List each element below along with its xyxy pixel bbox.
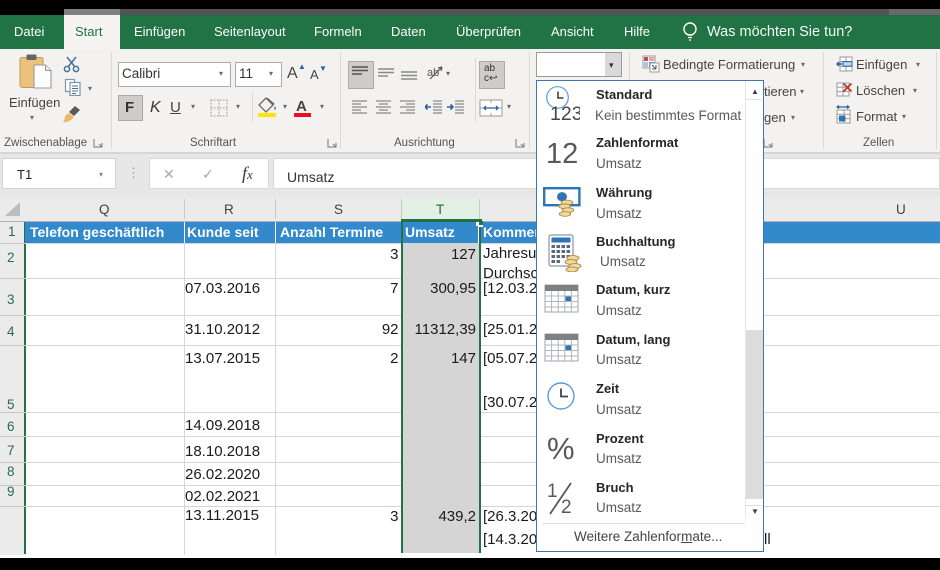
svg-text:2: 2 bbox=[561, 497, 572, 516]
svg-text:ab: ab bbox=[427, 67, 439, 79]
svg-text:1: 1 bbox=[547, 482, 558, 502]
svg-text:123: 123 bbox=[550, 103, 580, 122]
